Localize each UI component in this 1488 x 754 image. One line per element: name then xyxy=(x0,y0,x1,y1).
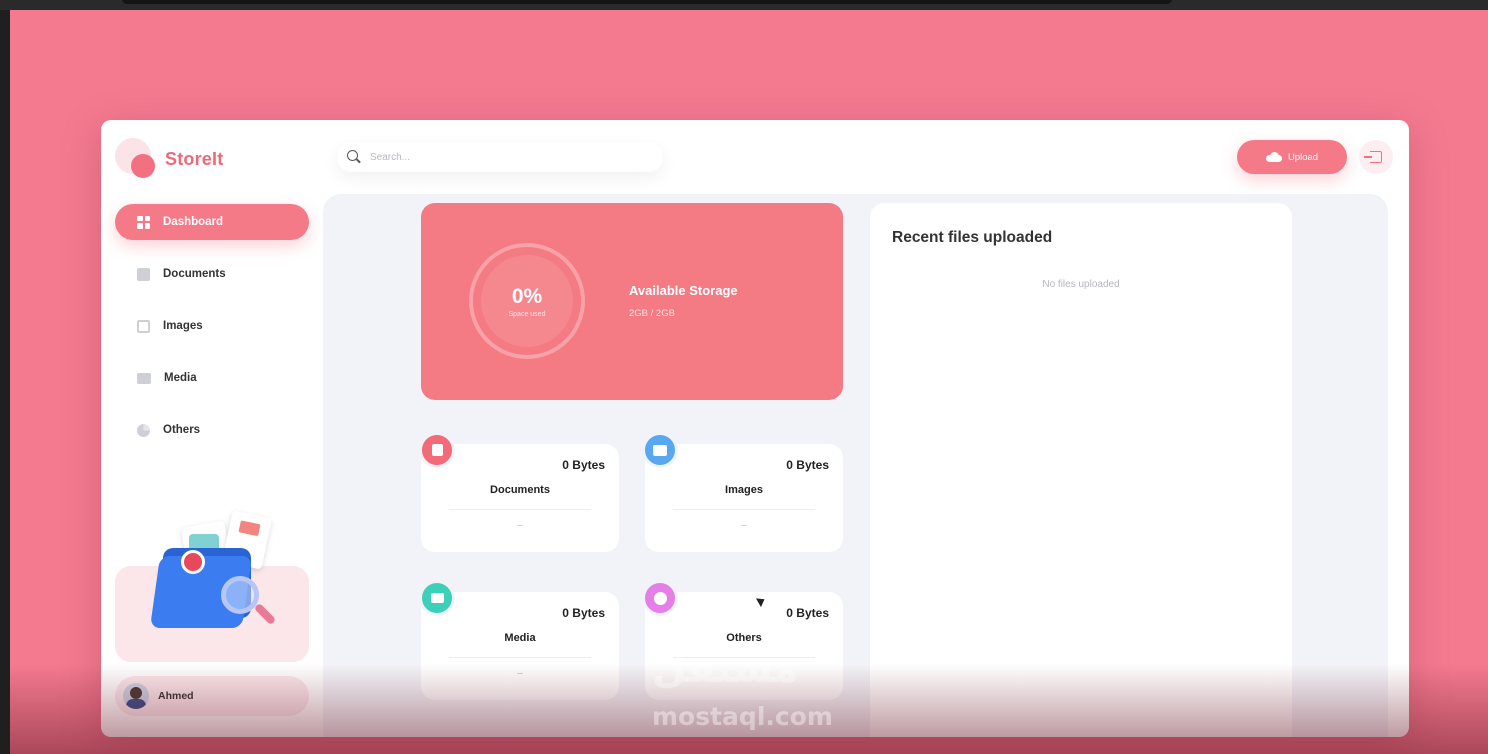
search-input[interactable] xyxy=(370,151,640,163)
magnifier-icon xyxy=(221,576,259,614)
storage-title: Available Storage xyxy=(629,283,738,298)
document-icon xyxy=(419,432,455,468)
cloud-upload-icon xyxy=(1265,152,1282,162)
magnifier-handle-icon xyxy=(253,602,277,626)
recent-files-title: Recent files uploaded xyxy=(892,229,1053,246)
watermark-arabic: مستقل xyxy=(652,646,799,692)
app-window: StoreIt Dashboard Documents Images Media xyxy=(101,120,1409,737)
user-name: Ahmed xyxy=(158,690,194,702)
category-size: 0 Bytes xyxy=(786,458,829,472)
browser-tab-bar xyxy=(122,0,1172,4)
recent-files-panel: Recent files uploaded No files uploaded xyxy=(870,203,1292,737)
pie-chart-icon xyxy=(137,423,150,437)
main-content: 0% Space used Available Storage 2GB / 2G… xyxy=(323,194,1388,737)
card-divider xyxy=(449,509,591,510)
sidebar-item-label: Others xyxy=(163,424,201,436)
presentation-background: StoreIt Dashboard Documents Images Media xyxy=(10,10,1488,754)
storage-summary-card: 0% Space used Available Storage 2GB / 2G… xyxy=(421,203,843,400)
watermark-latin: mostaql.com xyxy=(652,702,833,731)
image-icon xyxy=(642,432,678,468)
sidebar-item-others[interactable]: Others xyxy=(115,412,309,448)
card-divider xyxy=(673,509,815,510)
sidebar-item-documents[interactable]: Documents xyxy=(115,256,309,292)
search-icon xyxy=(347,150,361,164)
sidebar-item-label: Dashboard xyxy=(163,216,224,228)
recent-files-empty-state: No files uploaded xyxy=(1042,279,1120,290)
storage-percent-label: Space used xyxy=(508,310,546,318)
category-title: Others xyxy=(726,632,762,644)
storage-usage-ring: 0% Space used xyxy=(469,243,585,359)
sidebar-item-label: Documents xyxy=(163,268,226,280)
category-title: Media xyxy=(504,632,536,644)
brand-logo-icon xyxy=(115,138,155,180)
sidebar-item-images[interactable]: Images xyxy=(115,308,309,344)
category-size: 0 Bytes xyxy=(786,606,829,620)
user-profile[interactable]: Ahmed xyxy=(115,676,309,716)
logout-button[interactable] xyxy=(1359,140,1393,174)
category-size: 0 Bytes xyxy=(562,458,605,472)
video-icon xyxy=(419,580,455,616)
pie-chart-icon xyxy=(642,580,678,616)
video-icon xyxy=(137,372,151,384)
image-icon xyxy=(137,319,150,333)
brand[interactable]: StoreIt xyxy=(115,138,223,180)
search-bar xyxy=(337,142,663,172)
sidebar-item-dashboard[interactable]: Dashboard xyxy=(115,204,309,240)
sidebar-item-media[interactable]: Media xyxy=(115,360,309,396)
category-meta: – xyxy=(741,520,747,531)
storage-percent: 0% xyxy=(511,284,543,308)
category-title: Documents xyxy=(490,484,550,496)
mouse-cursor-icon xyxy=(758,596,766,607)
category-meta: – xyxy=(517,520,523,531)
upload-button[interactable]: Upload xyxy=(1237,140,1347,174)
brand-name: StoreIt xyxy=(165,148,224,169)
logout-icon xyxy=(1364,151,1382,163)
document-icon xyxy=(137,267,150,281)
shield-icon xyxy=(181,550,205,574)
category-meta: – xyxy=(517,668,523,679)
avatar xyxy=(123,683,149,709)
category-title: Images xyxy=(725,484,763,496)
sidebar-nav: Dashboard Documents Images Media Others xyxy=(115,204,309,464)
category-size: 0 Bytes xyxy=(562,606,605,620)
browser-top-strip xyxy=(0,0,1488,10)
sidebar-item-label: Media xyxy=(164,372,197,384)
folder-search-illustration xyxy=(141,510,281,640)
card-divider xyxy=(449,657,591,658)
grid-icon xyxy=(137,215,150,229)
storage-usage: 2GB / 2GB xyxy=(629,308,675,319)
sidebar-item-label: Images xyxy=(163,320,203,332)
upload-button-label: Upload xyxy=(1287,151,1319,163)
